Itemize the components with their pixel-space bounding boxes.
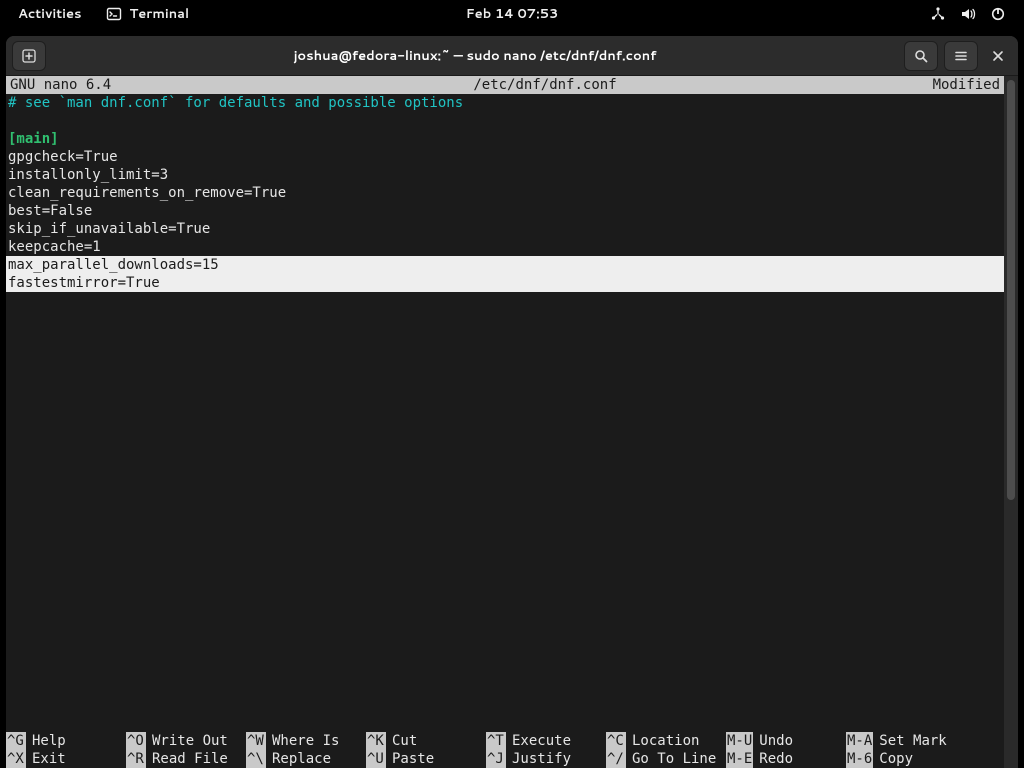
help-label: Exit xyxy=(32,750,66,768)
help-label: Help xyxy=(32,732,66,750)
help-label: Copy xyxy=(879,750,913,768)
help-label: Cut xyxy=(392,732,417,750)
editor-line: keepcache=1 xyxy=(6,238,1004,256)
help-key: M-E xyxy=(726,750,753,768)
help-label: Where Is xyxy=(272,732,339,750)
help-key: ^J xyxy=(486,750,506,768)
nano-titlebar: GNU nano 6.4 /etc/dnf/dnf.conf Modified xyxy=(6,76,1004,94)
editor-line: [main] xyxy=(6,130,1004,148)
help-label: Location xyxy=(632,732,699,750)
search-icon xyxy=(913,48,929,64)
help-key: M-A xyxy=(846,732,873,750)
new-tab-button[interactable] xyxy=(12,41,46,71)
help-key: M-U xyxy=(726,732,753,750)
volume-icon[interactable] xyxy=(960,6,976,22)
scrollbar-thumb[interactable] xyxy=(1007,80,1015,500)
terminal-window: joshua@fedora-linux:~ — sudo nano /etc/d… xyxy=(6,36,1018,768)
editor-line: best=False xyxy=(6,202,1004,220)
help-entry: M-6 Copy xyxy=(846,750,966,768)
clock[interactable]: Feb 14 07:53 xyxy=(466,5,559,23)
help-key: ^/ xyxy=(606,750,626,768)
help-key: ^O xyxy=(126,732,146,750)
nano-version: GNU nano 6.4 xyxy=(10,76,210,94)
help-entry: ^W Where Is xyxy=(246,732,366,750)
help-key: ^U xyxy=(366,750,386,768)
help-entry: ^J Justify xyxy=(486,750,606,768)
terminal-viewport[interactable]: GNU nano 6.4 /etc/dnf/dnf.conf Modified … xyxy=(6,76,1004,768)
power-icon[interactable] xyxy=(990,6,1006,22)
editor-area[interactable]: # see `man dnf.conf` for defaults and po… xyxy=(6,94,1004,292)
help-label: Paste xyxy=(392,750,434,768)
help-entry: ^X Exit xyxy=(6,750,126,768)
editor-line: gpgcheck=True xyxy=(6,148,1004,166)
help-entry: ^\ Replace xyxy=(246,750,366,768)
editor-line: installonly_limit=3 xyxy=(6,166,1004,184)
help-label: Read File xyxy=(152,750,228,768)
help-entry: M-E Redo xyxy=(726,750,846,768)
hamburger-icon xyxy=(953,48,969,64)
app-menu-label: Terminal xyxy=(130,5,190,23)
help-label: Set Mark xyxy=(879,732,946,750)
help-entry: ^K Cut xyxy=(366,732,486,750)
help-label: Execute xyxy=(512,732,571,750)
scrollbar[interactable] xyxy=(1004,76,1018,768)
help-key: ^G xyxy=(6,732,26,750)
help-key: ^W xyxy=(246,732,266,750)
editor-line: skip_if_unavailable=True xyxy=(6,220,1004,238)
help-key: ^T xyxy=(486,732,506,750)
close-button[interactable] xyxy=(984,42,1012,70)
help-entry: ^/ Go To Line xyxy=(606,750,726,768)
help-label: Redo xyxy=(759,750,793,768)
editor-line xyxy=(6,112,1004,130)
help-entry: ^G Help xyxy=(6,732,126,750)
help-entry: ^U Paste xyxy=(366,750,486,768)
editor-line: clean_requirements_on_remove=True xyxy=(6,184,1004,202)
headerbar: joshua@fedora-linux:~ — sudo nano /etc/d… xyxy=(6,36,1018,76)
help-entry: M-A Set Mark xyxy=(846,732,966,750)
close-icon xyxy=(992,50,1004,62)
menu-button[interactable] xyxy=(944,41,978,71)
gnome-topbar: Activities Terminal Feb 14 07:53 xyxy=(0,0,1024,28)
network-icon[interactable] xyxy=(930,6,946,22)
editor-line-selected: max_parallel_downloads=15 xyxy=(6,256,1004,274)
help-key: M-6 xyxy=(846,750,873,768)
search-button[interactable] xyxy=(904,41,938,71)
help-label: Write Out xyxy=(152,732,228,750)
terminal-icon xyxy=(106,6,122,22)
help-entry: ^C Location xyxy=(606,732,726,750)
help-label: Go To Line xyxy=(632,750,716,768)
nano-filename: /etc/dnf/dnf.conf xyxy=(210,76,880,94)
help-entry: ^O Write Out xyxy=(126,732,246,750)
nano-status: Modified xyxy=(880,76,1000,94)
help-key: ^K xyxy=(366,732,386,750)
app-menu[interactable]: Terminal xyxy=(106,5,190,23)
editor-line: # see `man dnf.conf` for defaults and po… xyxy=(6,94,1004,112)
help-key: ^R xyxy=(126,750,146,768)
help-entry: ^R Read File xyxy=(126,750,246,768)
help-key: ^C xyxy=(606,732,626,750)
help-entry: M-U Undo xyxy=(726,732,846,750)
help-label: Justify xyxy=(512,750,571,768)
window-title: joshua@fedora-linux:~ — sudo nano /etc/d… xyxy=(52,47,898,65)
editor-line-selected: fastestmirror=True xyxy=(6,274,1004,292)
help-label: Replace xyxy=(272,750,331,768)
help-key: ^X xyxy=(6,750,26,768)
help-key: ^\ xyxy=(246,750,266,768)
help-entry: ^T Execute xyxy=(486,732,606,750)
activities-button[interactable]: Activities xyxy=(18,5,82,23)
help-label: Undo xyxy=(759,732,793,750)
nano-help: ^G Help ^O Write Out ^W Where Is ^K Cut ^T Execut… xyxy=(6,732,1004,768)
